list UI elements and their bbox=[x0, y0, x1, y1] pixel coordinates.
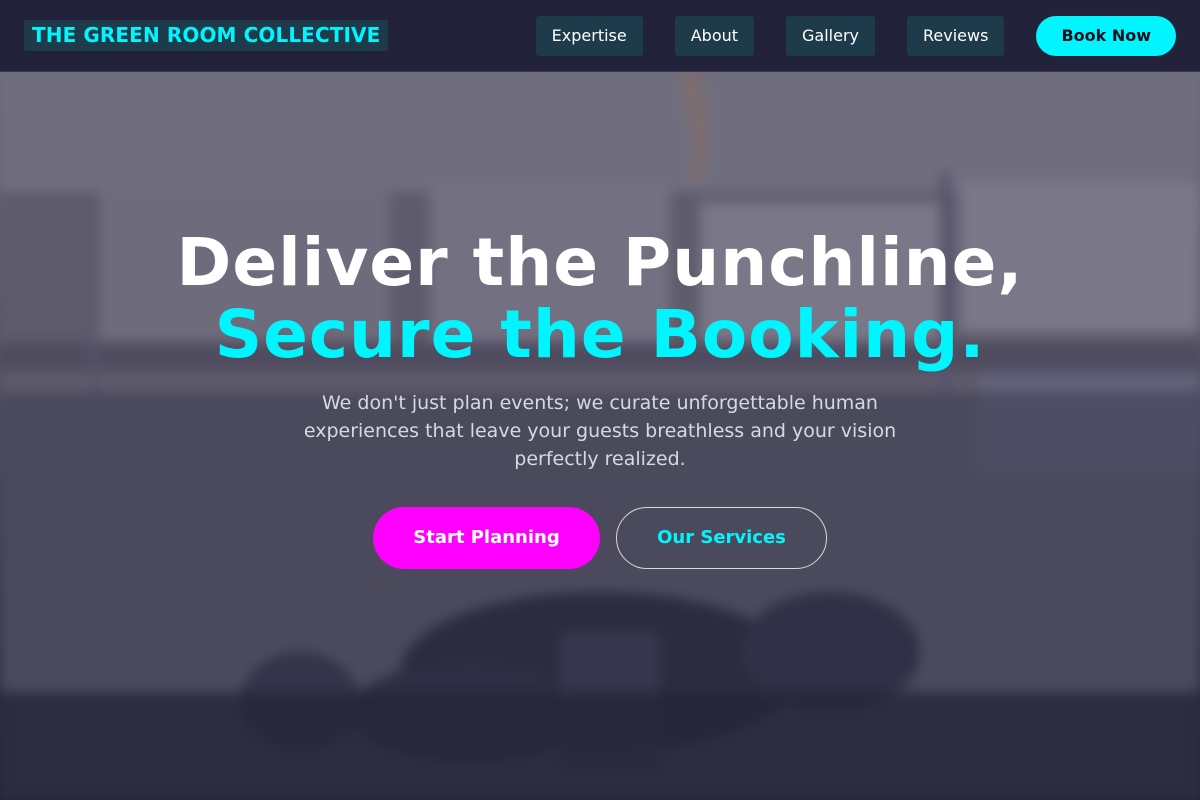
hero-content: Deliver the Punchline, Secure the Bookin… bbox=[0, 227, 1200, 569]
site-header: THE GREEN ROOM COLLECTIVE Expertise Abou… bbox=[0, 0, 1200, 72]
our-services-button[interactable]: Our Services bbox=[616, 507, 827, 569]
hero-cta-group: Start Planning Our Services bbox=[0, 507, 1200, 569]
hero-title-line1: Deliver the Punchline, bbox=[176, 224, 1024, 301]
hero-title-line2: Secure the Booking. bbox=[214, 296, 986, 373]
nav-link-gallery[interactable]: Gallery bbox=[786, 15, 876, 56]
nav-link-reviews[interactable]: Reviews bbox=[907, 15, 1005, 56]
site-logo[interactable]: THE GREEN ROOM COLLECTIVE bbox=[24, 20, 389, 51]
hero-section: Deliver the Punchline, Secure the Bookin… bbox=[0, 72, 1200, 800]
hero-title: Deliver the Punchline, Secure the Bookin… bbox=[0, 227, 1200, 371]
main-nav: Expertise About Gallery Reviews Book Now bbox=[535, 15, 1176, 56]
start-planning-button[interactable]: Start Planning bbox=[373, 507, 600, 569]
nav-link-expertise[interactable]: Expertise bbox=[535, 15, 643, 56]
nav-link-about[interactable]: About bbox=[674, 15, 755, 56]
book-now-button[interactable]: Book Now bbox=[1036, 15, 1176, 56]
hero-subtitle: We don't just plan events; we curate unf… bbox=[303, 392, 897, 470]
